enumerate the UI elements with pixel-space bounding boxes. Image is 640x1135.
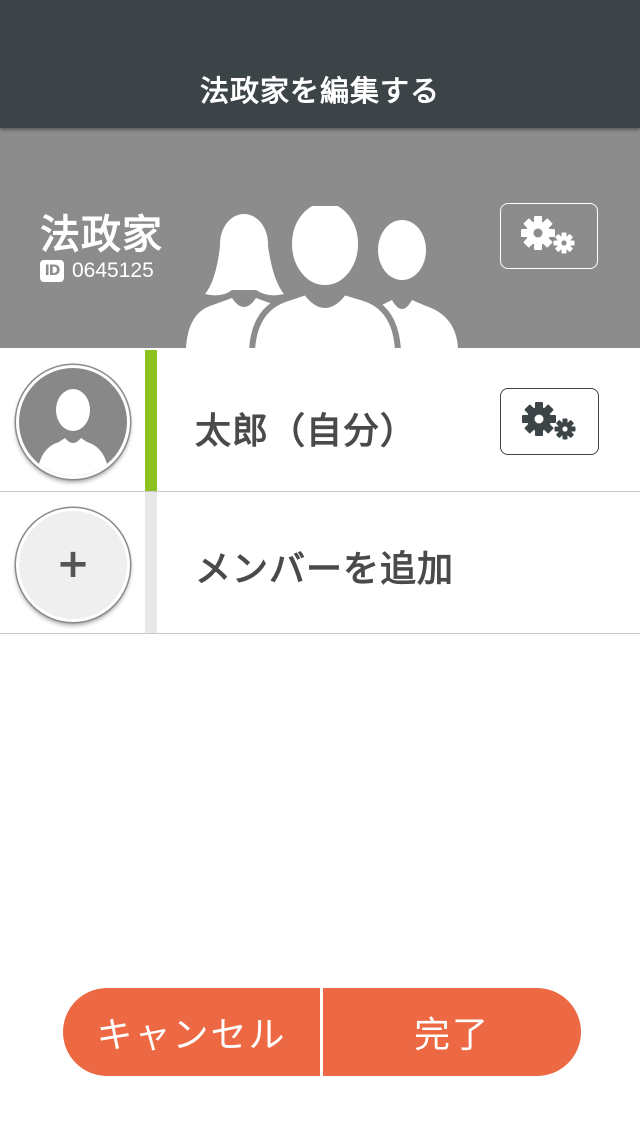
gears-icon — [521, 401, 575, 439]
group-people-icon — [186, 206, 458, 348]
page-title: 法政家を編集する — [199, 74, 440, 108]
done-button[interactable]: 完了 — [323, 988, 581, 1076]
action-bar: キャンセル 完了 — [63, 988, 581, 1076]
group-id-row: ID 0645125 — [40, 258, 154, 284]
plus-icon: + — [56, 541, 90, 587]
add-member-row[interactable]: + メンバーを追加 — [0, 492, 640, 634]
group-header: 法政家 ID 0645125 — [0, 128, 640, 348]
navigation-bar: 法政家を編集する — [0, 0, 640, 128]
group-id: 0645125 — [72, 259, 154, 282]
member-name: 太郎（自分） — [195, 411, 418, 452]
id-icon: ID — [40, 260, 64, 282]
cancel-button[interactable]: キャンセル — [63, 988, 320, 1076]
person-icon — [37, 389, 109, 476]
group-name: 法政家 — [40, 212, 163, 258]
avatar — [16, 365, 130, 479]
add-member-stripe — [145, 492, 157, 633]
add-member-button[interactable]: + — [16, 508, 130, 622]
group-settings-button[interactable] — [500, 203, 598, 269]
gears-icon — [521, 216, 575, 254]
member-status-stripe — [145, 350, 157, 491]
member-settings-button[interactable] — [500, 388, 599, 455]
add-member-label: メンバーを追加 — [195, 549, 455, 590]
